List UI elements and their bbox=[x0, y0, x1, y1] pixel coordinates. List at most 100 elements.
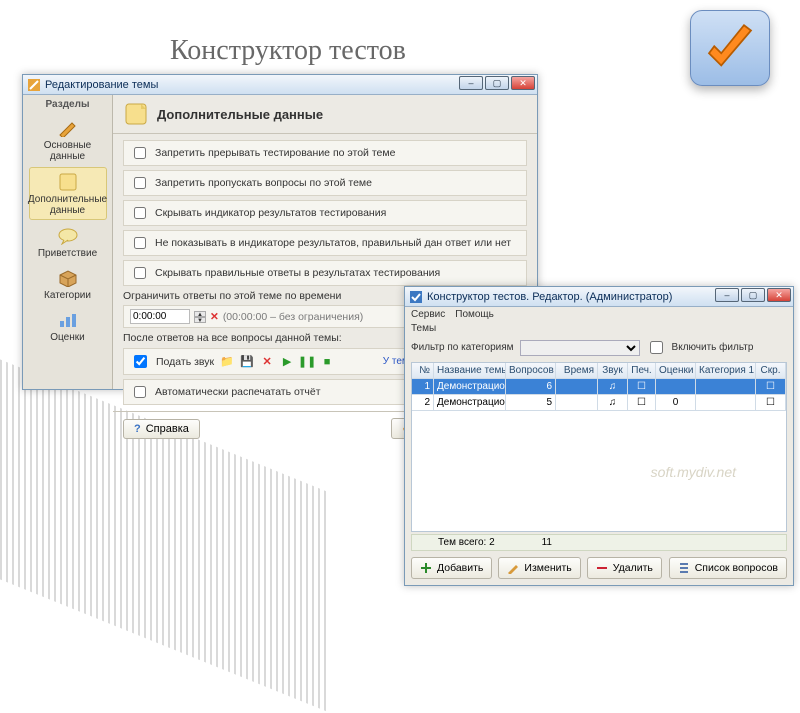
cell: 0 bbox=[656, 395, 696, 411]
minus-icon bbox=[596, 562, 608, 574]
time-limit-input[interactable] bbox=[130, 309, 190, 324]
minimize-button[interactable]: – bbox=[459, 76, 483, 90]
option-label: Автоматически распечатать отчёт bbox=[155, 386, 321, 398]
hidden-checkbox[interactable]: ☐ bbox=[756, 379, 786, 395]
play-icon[interactable]: ▶ bbox=[280, 355, 294, 369]
stop-icon[interactable]: ■ bbox=[320, 355, 334, 369]
col-grades[interactable]: Оценки bbox=[656, 363, 696, 379]
app-icon bbox=[27, 78, 41, 92]
pencil-icon bbox=[55, 117, 81, 139]
table-row[interactable]: 1 Демонстрационная тема 1 6 ♫ ☐ ☐ bbox=[412, 379, 786, 395]
close-button[interactable]: ✕ bbox=[511, 76, 535, 90]
titlebar[interactable]: Конструктор тестов. Редактор. (Администр… bbox=[405, 287, 793, 307]
option-forbid-skip[interactable]: Запретить пропускать вопросы по этой тем… bbox=[123, 170, 527, 196]
titlebar[interactable]: Редактирование темы – ▢ ✕ bbox=[23, 75, 537, 95]
sidebar-item-greeting[interactable]: Приветствие bbox=[29, 222, 107, 262]
cell bbox=[656, 379, 696, 395]
nav-themes[interactable]: Темы bbox=[405, 322, 793, 335]
time-spinner[interactable]: ▲▼ bbox=[194, 311, 206, 323]
filter-category-select[interactable] bbox=[520, 340, 640, 356]
speech-icon bbox=[55, 225, 81, 247]
button-label: Список вопросов bbox=[695, 562, 778, 574]
menubar: Сервис Помощь bbox=[405, 307, 793, 322]
note-icon bbox=[123, 101, 149, 127]
option-forbid-interrupt[interactable]: Запретить прерывать тестирование по этой… bbox=[123, 140, 527, 166]
cell bbox=[556, 395, 598, 411]
sound-icon: ♫ bbox=[598, 379, 628, 395]
minimize-button[interactable]: – bbox=[715, 288, 739, 302]
menu-service[interactable]: Сервис bbox=[411, 309, 445, 320]
pencil-icon bbox=[507, 562, 519, 574]
option-label: Скрывать правильные ответы в результатах… bbox=[155, 267, 440, 279]
close-button[interactable]: ✕ bbox=[767, 288, 791, 302]
option-label: Скрывать индикатор результатов тестирова… bbox=[155, 207, 386, 219]
print-checkbox[interactable]: ☐ bbox=[628, 395, 656, 411]
option-label: Не показывать в индикаторе результатов, … bbox=[155, 237, 511, 249]
col-no[interactable]: № bbox=[412, 363, 434, 379]
sidebar-item-label: Основные данные bbox=[31, 140, 105, 162]
play-sound-checkbox[interactable] bbox=[134, 355, 147, 368]
box-icon bbox=[55, 267, 81, 289]
checkbox[interactable] bbox=[134, 207, 146, 219]
pause-icon[interactable]: ❚❚ bbox=[300, 355, 314, 369]
option-hide-correct-answers[interactable]: Скрывать правильные ответы в результатах… bbox=[123, 260, 527, 286]
editor-window: Конструктор тестов. Редактор. (Администр… bbox=[404, 286, 794, 586]
content-header: Дополнительные данные bbox=[157, 107, 323, 122]
add-button[interactable]: Добавить bbox=[411, 557, 492, 579]
col-name[interactable]: Название темы bbox=[434, 363, 506, 379]
watermark: soft.mydiv.net bbox=[651, 464, 736, 480]
sound-icon: ♫ bbox=[598, 395, 628, 411]
option-label: Запретить пропускать вопросы по этой тем… bbox=[155, 177, 372, 189]
checkbox[interactable] bbox=[134, 386, 146, 398]
chart-icon bbox=[55, 309, 81, 331]
button-label: Справка bbox=[146, 423, 189, 435]
question-list-button[interactable]: Список вопросов bbox=[669, 557, 787, 579]
checkbox[interactable] bbox=[134, 147, 146, 159]
button-label: Удалить bbox=[613, 562, 653, 574]
sidebar-item-extra[interactable]: Дополнительные данные bbox=[29, 167, 107, 220]
sidebar-item-grades[interactable]: Оценки bbox=[29, 306, 107, 346]
themes-table[interactable]: № Название темы Вопросов Время Звук Печ.… bbox=[411, 362, 787, 532]
col-questions[interactable]: Вопросов bbox=[506, 363, 556, 379]
time-hint: (00:00:00 – без ограничения) bbox=[223, 311, 363, 323]
menu-help[interactable]: Помощь bbox=[455, 309, 494, 320]
col-hidden[interactable]: Скр. bbox=[756, 363, 786, 379]
enable-filter-checkbox[interactable] bbox=[650, 341, 663, 354]
button-label: Добавить bbox=[437, 562, 483, 574]
sidebar-item-label: Дополнительные данные bbox=[28, 194, 107, 216]
cell bbox=[556, 379, 598, 395]
maximize-button[interactable]: ▢ bbox=[741, 288, 765, 302]
edit-button[interactable]: Изменить bbox=[498, 557, 580, 579]
option-hide-indicator[interactable]: Скрывать индикатор результатов тестирова… bbox=[123, 200, 527, 226]
button-label: Изменить bbox=[524, 562, 571, 574]
option-label: Запретить прерывать тестирование по этой… bbox=[155, 147, 395, 159]
sidebar-item-categories[interactable]: Категории bbox=[29, 264, 107, 304]
col-sound[interactable]: Звук bbox=[598, 363, 628, 379]
sidebar-item-main[interactable]: Основные данные bbox=[29, 114, 107, 165]
option-hide-correct-flag[interactable]: Не показывать в индикаторе результатов, … bbox=[123, 230, 527, 256]
help-button[interactable]: ? Справка bbox=[123, 419, 200, 439]
window-title: Конструктор тестов. Редактор. (Администр… bbox=[427, 291, 672, 303]
totals-row: Тем всего: 2 11 bbox=[411, 534, 787, 551]
maximize-button[interactable]: ▢ bbox=[485, 76, 509, 90]
col-time[interactable]: Время bbox=[556, 363, 598, 379]
checkbox[interactable] bbox=[134, 267, 146, 279]
checkbox[interactable] bbox=[134, 237, 146, 249]
cell: Демонстрационная тема 1 bbox=[434, 379, 506, 395]
sidebar-item-label: Оценки bbox=[50, 332, 84, 343]
print-checkbox[interactable]: ☐ bbox=[628, 379, 656, 395]
col-print[interactable]: Печ. bbox=[628, 363, 656, 379]
table-row[interactable]: 2 Демонстрационная тема 2 5 ♫ ☐ 0 ☐ bbox=[412, 395, 786, 411]
col-category[interactable]: Категория 1 bbox=[696, 363, 756, 379]
clear-sound-icon[interactable]: ✕ bbox=[260, 355, 274, 369]
clear-time-icon[interactable]: ✕ bbox=[210, 311, 219, 323]
hidden-checkbox[interactable]: ☐ bbox=[756, 395, 786, 411]
delete-button[interactable]: Удалить bbox=[587, 557, 662, 579]
cell: 2 bbox=[412, 395, 434, 411]
checkbox[interactable] bbox=[134, 177, 146, 189]
open-sound-icon[interactable]: 📁 bbox=[220, 355, 234, 369]
sidebar-header: Разделы bbox=[46, 99, 90, 110]
save-sound-icon[interactable]: 💾 bbox=[240, 355, 254, 369]
filter-label: Фильтр по категориям bbox=[411, 342, 514, 353]
app-icon bbox=[409, 290, 423, 304]
